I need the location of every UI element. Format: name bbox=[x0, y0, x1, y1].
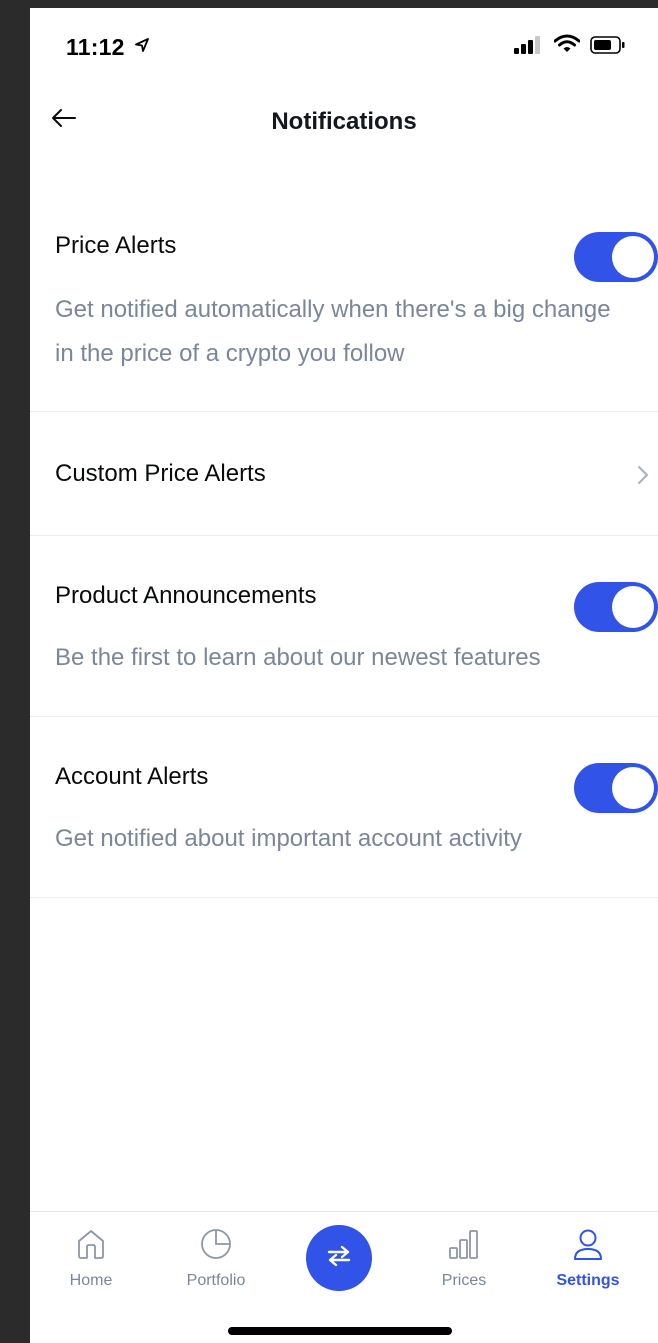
wifi-icon bbox=[553, 34, 581, 59]
trade-button[interactable] bbox=[306, 1225, 372, 1291]
setting-title: Custom Price Alerts bbox=[55, 460, 266, 487]
setting-row-account-alerts: Account Alerts Get notified about import… bbox=[30, 717, 658, 898]
tab-settings[interactable]: Settings bbox=[533, 1212, 643, 1302]
setting-description: Get notified automatically when there's … bbox=[55, 296, 611, 367]
cellular-signal-icon bbox=[514, 36, 542, 59]
setting-title: Product Announcements bbox=[55, 582, 317, 609]
swap-arrows-icon bbox=[325, 1244, 353, 1273]
toggle-knob bbox=[612, 767, 654, 809]
tab-label: Portfolio bbox=[186, 1272, 246, 1289]
battery-icon bbox=[590, 36, 626, 59]
location-arrow-icon bbox=[134, 37, 150, 58]
user-icon bbox=[572, 1228, 604, 1267]
chevron-right-icon bbox=[636, 464, 650, 491]
tab-home[interactable]: Home bbox=[36, 1212, 146, 1302]
status-bar: 11:12 bbox=[30, 8, 658, 78]
price-alerts-toggle[interactable] bbox=[574, 232, 658, 282]
product-announcements-toggle[interactable] bbox=[574, 582, 658, 632]
tab-label: Settings bbox=[556, 1272, 620, 1289]
setting-row-product-announcements: Product Announcements Be the first to le… bbox=[30, 536, 658, 717]
tab-label: Home bbox=[69, 1272, 113, 1289]
bar-chart-icon bbox=[448, 1228, 480, 1265]
setting-row-custom-price-alerts[interactable]: Custom Price Alerts bbox=[30, 412, 658, 536]
phone-screen: 11:12 Notifications Price Alerts Get not… bbox=[30, 8, 658, 1343]
setting-title: Account Alerts bbox=[55, 763, 209, 790]
home-icon bbox=[76, 1228, 106, 1265]
toggle-knob bbox=[612, 586, 654, 628]
setting-title: Price Alerts bbox=[55, 232, 177, 259]
tab-label: Prices bbox=[441, 1272, 487, 1289]
setting-row-price-alerts: Price Alerts Get notified automatically … bbox=[30, 198, 658, 412]
setting-description: Be the first to learn about our newest f… bbox=[55, 644, 541, 671]
header: Notifications bbox=[30, 86, 658, 150]
tab-prices[interactable]: Prices bbox=[409, 1212, 519, 1302]
page-title: Notifications bbox=[271, 108, 417, 135]
setting-description: Get notified about important account act… bbox=[55, 825, 522, 852]
home-indicator bbox=[228, 1327, 452, 1335]
status-time: 11:12 bbox=[66, 34, 125, 60]
notification-settings-list: Price Alerts Get notified automatically … bbox=[30, 198, 658, 898]
tab-portfolio[interactable]: Portfolio bbox=[161, 1212, 271, 1302]
account-alerts-toggle[interactable] bbox=[574, 763, 658, 813]
pie-chart-icon bbox=[200, 1228, 232, 1265]
toggle-knob bbox=[612, 236, 654, 278]
bottom-tab-bar: Home Portfolio Prices Settings bbox=[30, 1211, 658, 1301]
